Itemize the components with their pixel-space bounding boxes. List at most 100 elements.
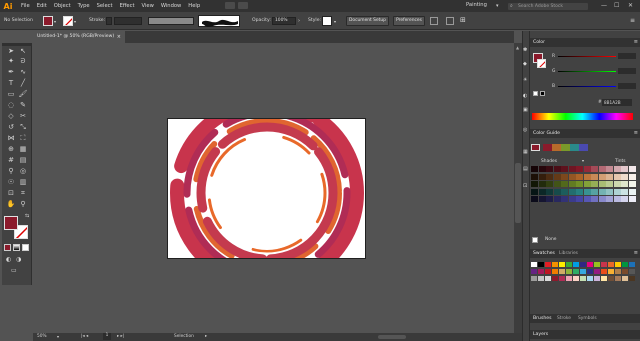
- color-variation-swatch[interactable]: [591, 196, 598, 202]
- vertical-scroll-thumb[interactable]: [515, 163, 521, 223]
- color-variation-swatch[interactable]: [568, 196, 576, 202]
- panel-menu-icon[interactable]: ≡: [634, 250, 638, 256]
- width-tool-icon[interactable]: ⋈: [5, 133, 17, 143]
- color-variation-swatch[interactable]: [531, 166, 538, 172]
- appearance-panel-icon[interactable]: ☀: [523, 77, 527, 83]
- color-swatch[interactable]: [559, 269, 565, 274]
- menu-edit[interactable]: Edit: [37, 0, 47, 12]
- color-swatch[interactable]: [573, 276, 579, 281]
- perspective-grid-tool-icon[interactable]: ▦: [17, 144, 29, 154]
- color-guide-variations[interactable]: [531, 166, 637, 203]
- color-swatch[interactable]: [538, 269, 544, 274]
- color-swatch[interactable]: [622, 269, 628, 274]
- color-swatch[interactable]: [629, 276, 635, 281]
- magic-wand-tool-icon[interactable]: ✦: [5, 56, 17, 66]
- arrange-documents-button[interactable]: [238, 2, 248, 9]
- horizontal-scroll-thumb[interactable]: [378, 335, 406, 339]
- rotate-tool-icon[interactable]: ↺: [5, 122, 17, 132]
- harmony-swatch[interactable]: [543, 144, 552, 151]
- draw-behind-icon[interactable]: ◑: [16, 256, 21, 263]
- canvas-area[interactable]: [33, 43, 514, 333]
- color-swatch[interactable]: [629, 262, 635, 267]
- color-panel-icon[interactable]: ✽: [523, 47, 527, 53]
- none-mode-button[interactable]: [22, 244, 29, 251]
- character-panel-icon[interactable]: ◎: [523, 127, 527, 133]
- eyedropper-tool-icon[interactable]: ⚲: [5, 166, 17, 176]
- color-swatch[interactable]: [545, 262, 551, 267]
- color-variation-swatch[interactable]: [583, 173, 591, 180]
- none-swatch[interactable]: [532, 237, 538, 243]
- color-variation-swatch[interactable]: [621, 166, 628, 172]
- artboard-number[interactable]: 1: [103, 333, 111, 340]
- color-variation-swatch[interactable]: [613, 188, 621, 195]
- blue-value-field[interactable]: [618, 83, 636, 89]
- menu-object[interactable]: Object: [54, 0, 71, 12]
- artboard-nav-first[interactable]: |◂ ◂: [81, 334, 88, 339]
- color-swatch[interactable]: [545, 269, 551, 274]
- panel-menu-icon[interactable]: ≡: [634, 39, 638, 45]
- color-variation-swatch[interactable]: [598, 166, 606, 172]
- workspace-switcher[interactable]: Painting: [466, 2, 487, 8]
- color-variation-swatch[interactable]: [561, 181, 568, 187]
- green-slider[interactable]: [558, 71, 616, 72]
- color-swatch[interactable]: [552, 262, 558, 267]
- artboard-nav-next[interactable]: ▸ ▸|: [117, 334, 124, 339]
- artboard[interactable]: [167, 118, 366, 259]
- color-swatch[interactable]: [566, 269, 572, 274]
- color-variation-swatch[interactable]: [553, 181, 561, 187]
- layers-panel-icon[interactable]: ▤: [523, 166, 528, 172]
- brushes-tab[interactable]: Brushes Stroke Symbols: [530, 314, 640, 323]
- menu-window[interactable]: Window: [161, 0, 181, 12]
- red-slider[interactable]: [558, 56, 616, 57]
- fill-color-front[interactable]: [4, 216, 18, 230]
- swap-colors-icon[interactable]: ⇆: [25, 213, 29, 219]
- color-swatch[interactable]: [594, 276, 600, 281]
- type-tool-icon[interactable]: T: [5, 78, 17, 88]
- hex-value-field[interactable]: 8B1A2B: [602, 99, 632, 106]
- graphic-style-swatch[interactable]: [322, 16, 332, 26]
- bridge-button[interactable]: [225, 2, 235, 9]
- control-menu-icon[interactable]: ≡: [630, 17, 635, 24]
- color-variation-swatch[interactable]: [628, 196, 636, 202]
- rectangle-tool-icon[interactable]: ▭: [5, 89, 17, 99]
- harmony-swatch[interactable]: [579, 144, 588, 151]
- scissors-tool-icon[interactable]: ✂: [17, 111, 29, 121]
- color-swatch[interactable]: [594, 262, 600, 267]
- paintbrush-tool-icon[interactable]: 🖌: [17, 89, 29, 99]
- color-variation-swatch[interactable]: [568, 188, 576, 195]
- arrange-icon[interactable]: [430, 17, 438, 25]
- scale-tool-icon[interactable]: ⤡: [17, 122, 29, 132]
- color-variation-swatch[interactable]: [553, 196, 561, 202]
- color-swatch[interactable]: [622, 276, 628, 281]
- color-variation-swatch[interactable]: [576, 181, 583, 187]
- eraser-tool-icon[interactable]: ◇: [5, 111, 17, 121]
- harmony-swatch[interactable]: [552, 144, 561, 151]
- menu-help[interactable]: Help: [188, 0, 200, 12]
- stroke-tab[interactable]: Stroke: [557, 316, 571, 321]
- stroke-weight-field[interactable]: [114, 17, 142, 25]
- color-swatch[interactable]: [587, 269, 593, 274]
- opacity-field[interactable]: 100%: [272, 17, 296, 25]
- color-swatch[interactable]: [622, 262, 628, 267]
- white-swatch[interactable]: [533, 91, 538, 96]
- color-variation-swatch[interactable]: [598, 188, 606, 195]
- color-variation-swatch[interactable]: [613, 166, 621, 172]
- chevron-down-icon[interactable]: ▾: [582, 158, 584, 163]
- color-swatch[interactable]: [587, 262, 593, 267]
- pencil-tool-icon[interactable]: ✎: [17, 100, 29, 110]
- black-swatch[interactable]: [540, 91, 545, 96]
- color-variation-swatch[interactable]: [606, 188, 613, 195]
- select-similar-icon[interactable]: ⊞: [460, 16, 466, 24]
- color-variation-swatch[interactable]: [598, 173, 606, 180]
- artboard-tool-icon[interactable]: ⊡: [5, 188, 17, 198]
- gradient-mode-button[interactable]: [13, 244, 20, 251]
- menu-type[interactable]: Type: [78, 0, 90, 12]
- color-swatch[interactable]: [531, 269, 537, 274]
- color-variation-swatch[interactable]: [546, 166, 553, 172]
- color-variation-swatch[interactable]: [628, 166, 636, 172]
- color-swatch[interactable]: [601, 262, 607, 267]
- curvature-tool-icon[interactable]: ∿: [17, 67, 29, 77]
- color-variation-swatch[interactable]: [621, 188, 628, 195]
- color-variation-swatch[interactable]: [568, 173, 576, 180]
- color-swatch[interactable]: [601, 269, 607, 274]
